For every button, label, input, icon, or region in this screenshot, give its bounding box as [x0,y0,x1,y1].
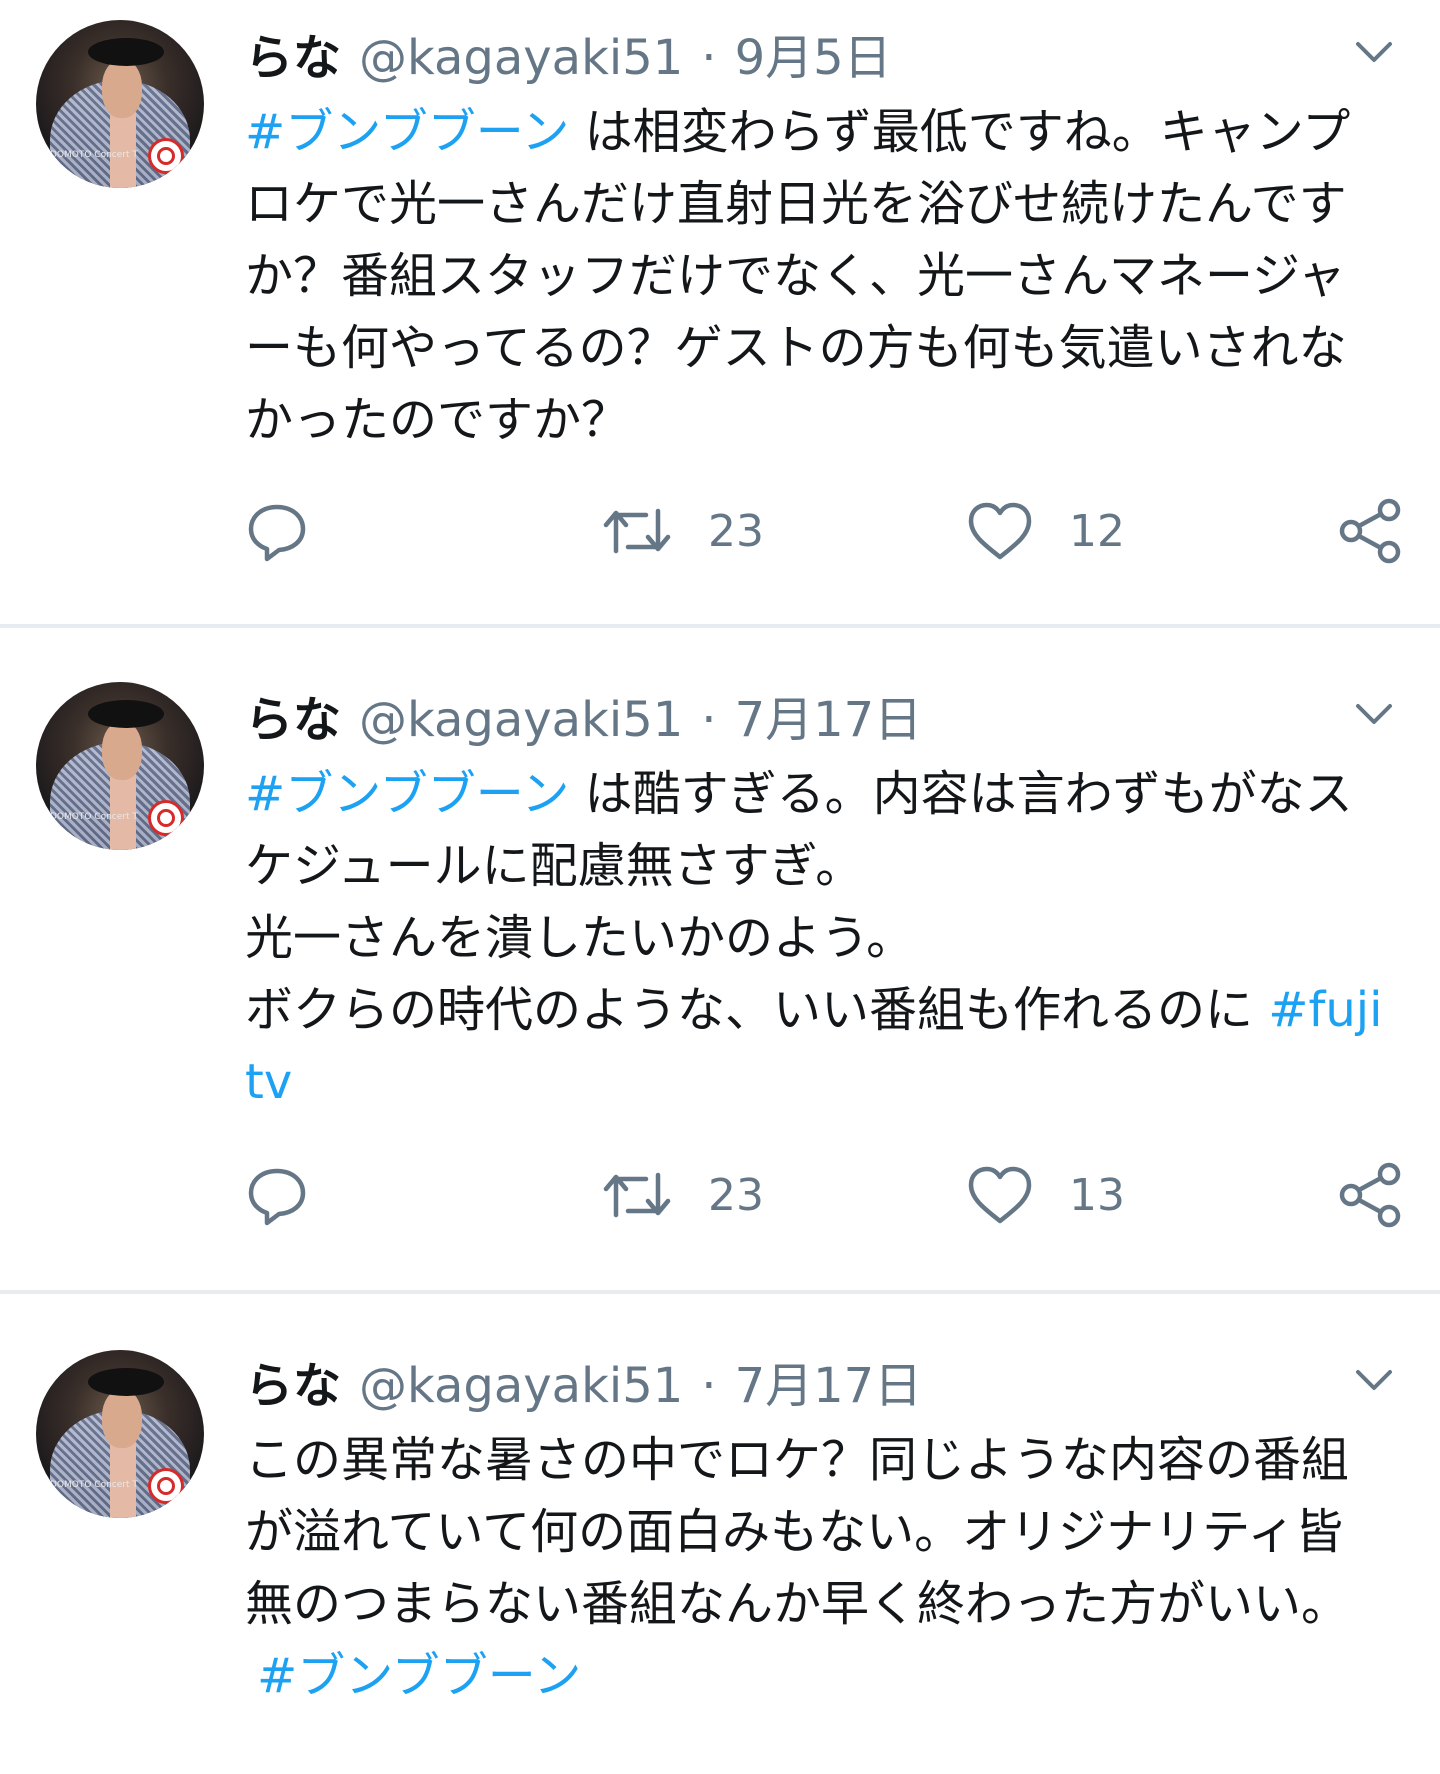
reply-icon [248,504,306,562]
share-button[interactable] [1335,496,1405,566]
avatar[interactable]: DOMOTO Concert T [36,1350,204,1518]
retweet-icon [603,1172,671,1218]
reply-button[interactable] [245,496,309,566]
tweet[interactable]: DOMOTO Concert T らな @kagayaki51 · 9月5日 #… [0,0,1440,624]
user-handle[interactable]: @kagayaki51 [359,692,683,748]
concert-logo-icon [148,1468,184,1504]
retweet-count: 23 [708,505,764,557]
tweet-header: らな @kagayaki51 · 7月17日 [245,680,922,748]
tweet-date[interactable]: 7月17日 [735,680,923,750]
user-handle[interactable]: @kagayaki51 [359,1358,683,1414]
tweet[interactable]: DOMOTO Concert T らな @kagayaki51 · 7月17日 … [0,628,1440,1290]
chevron-down-icon[interactable] [1354,1366,1394,1394]
like-count: 12 [1069,505,1125,557]
like-button[interactable]: 13 [965,1160,1125,1230]
tweet-text: この異常な暑さの中でロケ？同じような内容の番組が溢れていて何の面白みもない。オリ… [245,1424,1385,1712]
reply-button[interactable] [245,1160,309,1230]
retweet-count: 23 [708,1169,764,1221]
display-name[interactable]: らな [245,1346,341,1416]
share-button[interactable] [1335,1160,1405,1230]
user-handle[interactable]: @kagayaki51 [359,30,683,86]
hashtag-link[interactable]: #ブンブブーン [257,1648,581,1704]
like-icon [968,502,1032,560]
meta-separator: · [701,30,717,86]
retweet-button[interactable]: 23 [600,496,764,566]
tweet-text: #ブンブブーン は酷すぎる。内容は言わずもがなスケジュールに配慮無さすぎ。 光一… [245,758,1385,1118]
share-icon [1339,498,1401,564]
display-name[interactable]: らな [245,680,341,750]
display-name[interactable]: らな [245,18,341,88]
retweet-button[interactable]: 23 [600,1160,764,1230]
avatar[interactable]: DOMOTO Concert T [36,20,204,188]
chevron-down-icon[interactable] [1354,38,1394,66]
like-button[interactable]: 12 [965,496,1125,566]
tweet-date[interactable]: 7月17日 [735,1346,923,1416]
meta-separator: · [701,692,717,748]
tweet-date[interactable]: 9月5日 [735,18,892,88]
hashtag-link[interactable]: #ブンブブーン [245,766,569,822]
tweet[interactable]: DOMOTO Concert T らな @kagayaki51 · 7月17日 … [0,1294,1440,1774]
like-count: 13 [1069,1169,1125,1221]
concert-logo-icon [148,138,184,174]
meta-separator: · [701,1358,717,1414]
tweet-body: この異常な暑さの中でロケ？同じような内容の番組が溢れていて何の面白みもない。オリ… [245,1432,1350,1632]
tweet-header: らな @kagayaki51 · 7月17日 [245,1346,922,1414]
chevron-down-icon[interactable] [1354,700,1394,728]
reply-icon [248,1168,306,1226]
retweet-icon [603,508,671,554]
share-icon [1339,1162,1401,1228]
avatar[interactable]: DOMOTO Concert T [36,682,204,850]
hashtag-link[interactable]: #ブンブブーン [245,104,569,160]
tweet-actions: 23 12 [245,496,1405,566]
tweet-text: #ブンブブーン は相変わらず最低ですね。キャンプロケで光一さんだけ直射日光を浴び… [245,96,1385,456]
concert-logo-icon [148,800,184,836]
like-icon [968,1166,1032,1224]
tweet-header: らな @kagayaki51 · 9月5日 [245,18,892,86]
tweet-actions: 23 13 [245,1160,1405,1230]
